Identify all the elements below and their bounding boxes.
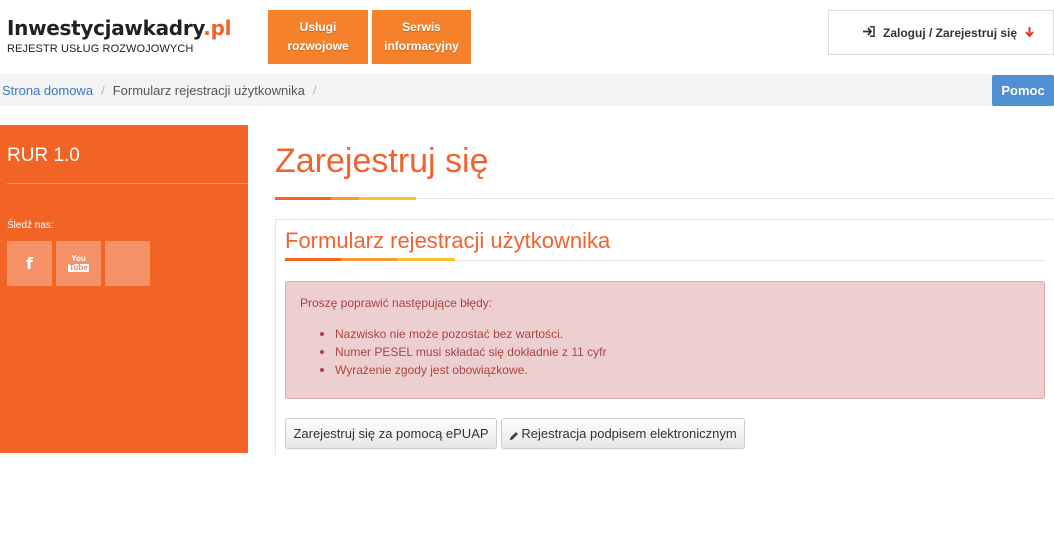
- form-accent-orange: [285, 258, 341, 261]
- register-signature-button[interactable]: Rejestracja podpisem elektronicznym: [501, 418, 745, 449]
- facebook-button[interactable]: f: [7, 241, 52, 286]
- site-logo[interactable]: Inwestycjawkadry.pl REJESTR USŁUG ROZWOJ…: [7, 16, 231, 55]
- form-accent-light-orange: [341, 258, 397, 261]
- error-list: Nazwisko nie może pozostać bez wartości.…: [300, 325, 1044, 379]
- page-title: Zarejestruj się: [275, 142, 489, 180]
- breadcrumb-separator: /: [312, 83, 317, 98]
- sidebar: RUR 1.0 Śledź nas: f You Tube: [0, 125, 248, 453]
- pencil-icon: [509, 429, 519, 440]
- error-item: Wyrażenie zgody jest obowiązkowe.: [320, 361, 1044, 379]
- nav-uslugi-rozwojowe-button[interactable]: Usługi rozwojowe: [268, 10, 368, 64]
- sidebar-divider: [7, 183, 248, 184]
- facebook-icon: f: [26, 254, 33, 273]
- youtube-button[interactable]: You Tube: [56, 241, 101, 286]
- breadcrumb-separator: /: [101, 83, 105, 98]
- follow-us-label: Śledź nas:: [7, 220, 54, 231]
- login-register-button[interactable]: Zaloguj / Zarejestruj się: [828, 10, 1054, 55]
- error-item: Numer PESEL musi składać się dokładnie z…: [320, 343, 1044, 361]
- title-accent-orange: [275, 197, 331, 200]
- error-alert-heading: Proszę poprawić następujące błędy:: [300, 296, 493, 310]
- youtube-icon: You Tube: [68, 254, 89, 272]
- form-title: Formularz rejestracji użytkownika: [285, 228, 611, 253]
- register-epuap-button[interactable]: Zarejestruj się za pomocą ePUAP: [285, 418, 497, 449]
- form-accent-yellow: [397, 258, 455, 261]
- breadcrumb-home-link[interactable]: Strona domowa: [2, 83, 93, 98]
- logo-subtitle: REJESTR USŁUG ROZWOJOWYCH: [7, 43, 194, 55]
- nav-serwis-informacyjny-button[interactable]: Serwis informacyjny: [372, 10, 471, 64]
- title-accent-yellow: [359, 197, 416, 200]
- header: Inwestycjawkadry.pl REJESTR USŁUG ROZWOJ…: [0, 0, 1054, 74]
- error-alert: Proszę poprawić następujące błędy: Nazwi…: [285, 281, 1045, 399]
- error-item: Nazwisko nie może pozostać bez wartości.: [320, 325, 1044, 343]
- help-button[interactable]: Pomoc: [992, 75, 1054, 106]
- breadcrumb: Strona domowa / Formularz rejestracji użyt…: [2, 83, 324, 98]
- register-epuap-label: Zarejestruj się za pomocą ePUAP: [293, 426, 489, 441]
- sidebar-title: RUR 1.0: [7, 145, 80, 166]
- login-register-label: Zaloguj / Zarejestruj się: [883, 25, 1018, 40]
- register-signature-label: Rejestracja podpisem elektronicznym: [521, 426, 737, 441]
- breadcrumb-current: Formularz rejestracji użytkownika: [112, 83, 305, 98]
- logo-text: Inwestycjawkadry.pl: [7, 16, 232, 40]
- title-accent-light-orange: [331, 197, 359, 200]
- arrow-down-icon: [1025, 26, 1034, 40]
- sign-in-icon: [863, 25, 875, 40]
- social-button-empty[interactable]: [105, 241, 150, 286]
- breadcrumb-bar: Strona domowa / Formularz rejestracji użyt…: [0, 74, 1054, 106]
